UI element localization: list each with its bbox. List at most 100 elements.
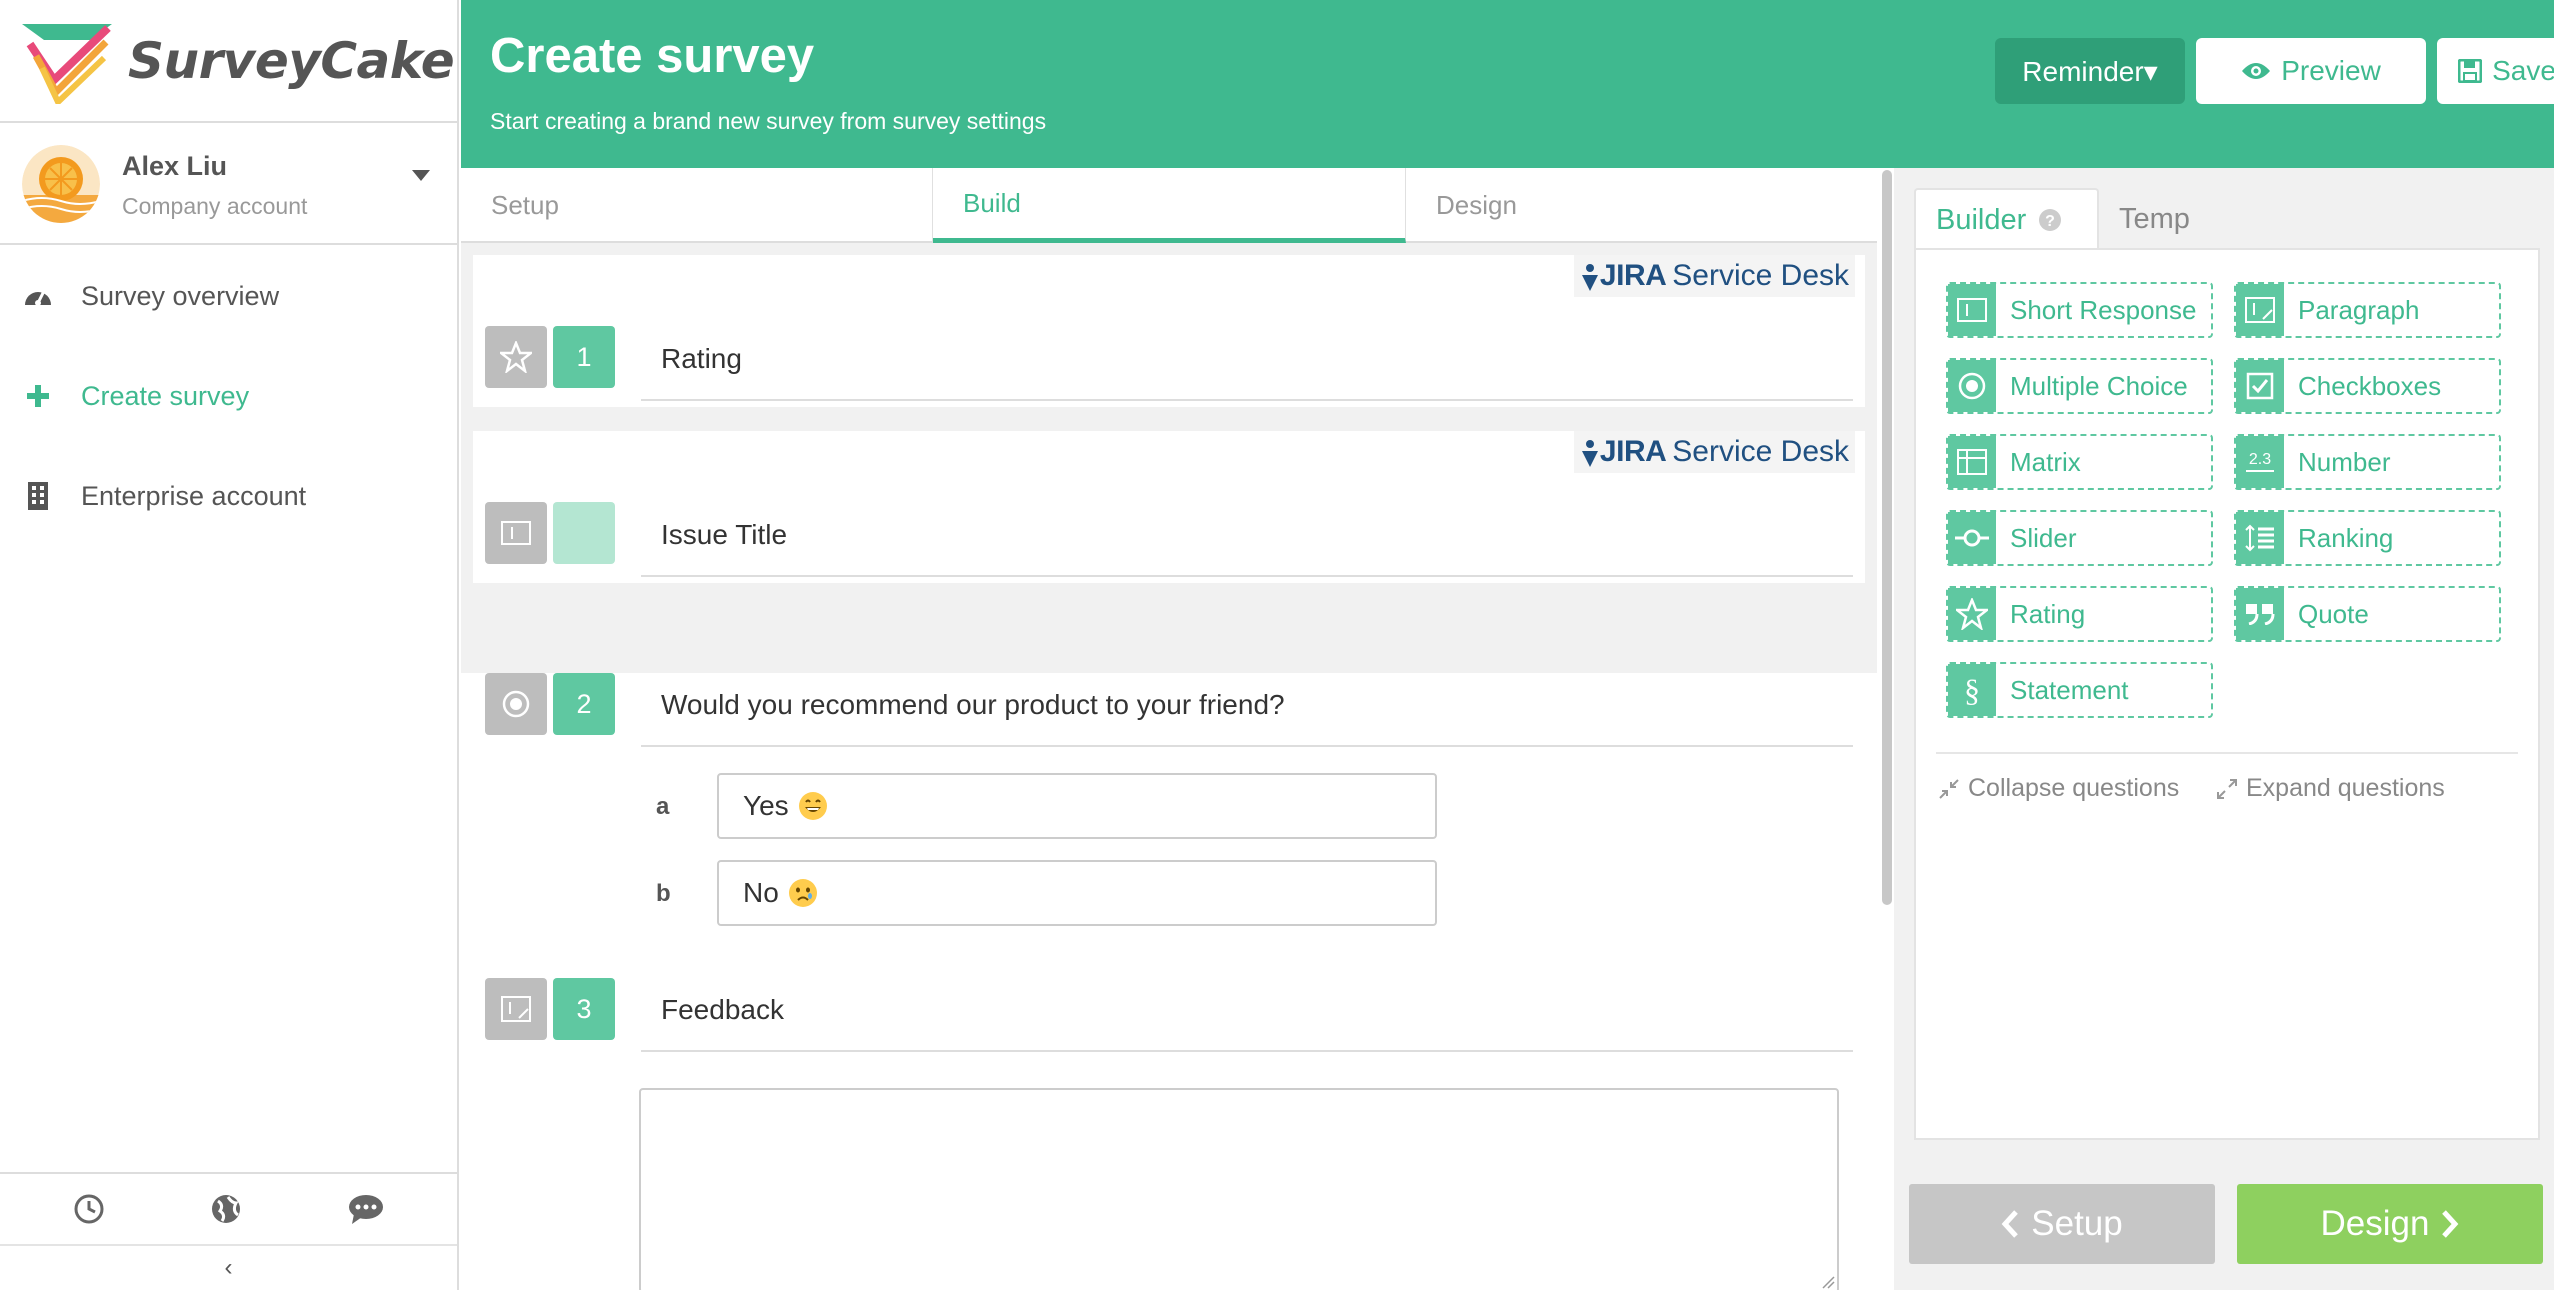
- tab-label: Design: [1436, 190, 1517, 220]
- sidebar-item-enterprise-account[interactable]: Enterprise account: [0, 456, 457, 536]
- compress-icon: [1939, 778, 1959, 799]
- option-input[interactable]: No: [717, 860, 1437, 926]
- user-name: Alex Liu: [122, 151, 228, 181]
- question-card[interactable]: 2 Would you recommend our product to you…: [473, 673, 1865, 1023]
- logo[interactable]: SurveyCake: [20, 16, 455, 106]
- type-statement[interactable]: § Statement: [1946, 662, 2213, 718]
- tab-label: Build: [963, 187, 1021, 218]
- svg-text:?: ?: [2045, 213, 2055, 230]
- scrollbar-thumb[interactable]: [1882, 170, 1892, 905]
- tab-label: Builder: [1936, 203, 2027, 236]
- question-number: 1: [553, 326, 615, 388]
- jira-brand: JIRA: [1599, 259, 1667, 292]
- preview-button[interactable]: Preview: [2196, 38, 2426, 104]
- question-number: [553, 502, 615, 564]
- dashboard-icon: [20, 278, 56, 314]
- divider: [1936, 752, 2518, 754]
- sidebar-footer: [0, 1174, 457, 1244]
- question-title[interactable]: Rating: [661, 343, 742, 375]
- clock-icon[interactable]: [73, 1193, 105, 1225]
- type-label: Matrix: [2010, 446, 2081, 477]
- type-number[interactable]: 2.3 Number: [2234, 434, 2501, 490]
- type-quote[interactable]: Quote: [2234, 586, 2501, 642]
- question-title[interactable]: Would you recommend our product to your …: [661, 689, 1285, 721]
- tab-label: Temp: [2119, 202, 2190, 235]
- question-number: 2: [553, 673, 615, 735]
- jira-product: Service Desk: [1672, 435, 1849, 468]
- question-title[interactable]: Feedback: [661, 994, 784, 1026]
- question-type-panel: Builder ? Temp Short Response Paragraph …: [1894, 168, 2554, 1290]
- grin-emoji-icon: [798, 792, 827, 820]
- preview-label: Preview: [2281, 55, 2381, 86]
- link-label: Collapse questions: [1968, 774, 2180, 802]
- tab-temp[interactable]: Temp: [2099, 188, 2210, 250]
- option-input[interactable]: Yes: [717, 773, 1437, 839]
- type-paragraph[interactable]: Paragraph: [2234, 282, 2501, 338]
- sad-emoji-icon: [788, 879, 817, 907]
- jira-brand: JIRA: [1599, 435, 1667, 468]
- type-label: Checkboxes: [2298, 370, 2442, 401]
- title-underline: [641, 1050, 1853, 1052]
- tab-setup[interactable]: Setup: [461, 168, 933, 243]
- type-label: Short Response: [2010, 294, 2197, 325]
- star-icon: [485, 326, 547, 388]
- sidebar-item-survey-overview[interactable]: Survey overview: [0, 256, 457, 336]
- chat-icon[interactable]: [348, 1194, 384, 1224]
- feedback-textarea[interactable]: [639, 1088, 1839, 1290]
- type-label: Multiple Choice: [2010, 370, 2188, 401]
- type-ranking[interactable]: Ranking: [2234, 510, 2501, 566]
- resize-grip-icon[interactable]: [1821, 1275, 1835, 1289]
- type-slider[interactable]: Slider: [1946, 510, 2213, 566]
- type-label: Number: [2298, 446, 2391, 477]
- sidebar-item-create-survey[interactable]: Create survey: [0, 356, 457, 436]
- page-title: Create survey: [490, 29, 815, 83]
- building-icon: [20, 478, 56, 514]
- option-text: Yes: [743, 790, 789, 821]
- reminder-button[interactable]: Reminder▾: [1995, 38, 2185, 104]
- builder-canvas-area: Setup Build Design JIRA Service Desk 1 R…: [461, 168, 1877, 1290]
- caret-down-icon[interactable]: [412, 170, 430, 182]
- type-matrix[interactable]: Matrix: [1946, 434, 2213, 490]
- paragraph-icon: [2236, 284, 2284, 336]
- next-design-button[interactable]: Design: [2237, 1184, 2543, 1264]
- logo-icon: [22, 24, 112, 104]
- sidebar: SurveyCake Alex Liu Company account Surv…: [0, 0, 459, 1290]
- atlassian-icon: [1581, 440, 1598, 467]
- account-type: Company account: [122, 193, 308, 219]
- type-label: Rating: [2010, 598, 2086, 629]
- type-label: Quote: [2298, 598, 2369, 629]
- tab-build[interactable]: Build: [933, 168, 1406, 243]
- type-multiple-choice[interactable]: Multiple Choice: [1946, 358, 2213, 414]
- help-icon[interactable]: ?: [2038, 208, 2062, 232]
- radio-icon: [485, 673, 547, 735]
- collapse-questions-link[interactable]: Collapse questions: [1938, 774, 2179, 803]
- slider-icon: [1948, 512, 1996, 564]
- question-types: Short Response Paragraph Multiple Choice…: [1914, 248, 2540, 1140]
- page-subtitle: Start creating a brand new survey from s…: [490, 108, 1047, 134]
- avatar: [22, 145, 100, 223]
- save-button[interactable]: Save: [2437, 38, 2554, 104]
- back-setup-button[interactable]: Setup: [1909, 1184, 2215, 1264]
- type-checkboxes[interactable]: Checkboxes: [2234, 358, 2501, 414]
- floppy-icon: [2458, 59, 2483, 83]
- title-underline: [641, 399, 1853, 401]
- title-underline: [641, 575, 1853, 577]
- type-short-response[interactable]: Short Response: [1946, 282, 2213, 338]
- short-response-icon: [485, 502, 547, 564]
- expand-questions-link[interactable]: Expand questions: [2216, 774, 2445, 803]
- expand-icon: [2217, 778, 2237, 799]
- type-label: Slider: [2010, 522, 2077, 553]
- user-menu[interactable]: Alex Liu Company account: [0, 123, 457, 243]
- option-letter: b: [656, 880, 671, 907]
- question-card[interactable]: JIRA Service Desk 1 Rating: [473, 255, 1865, 407]
- jira-service-desk-logo: JIRA Service Desk: [1573, 431, 1855, 473]
- globe-icon[interactable]: [210, 1193, 242, 1225]
- tab-builder[interactable]: Builder ?: [1914, 188, 2099, 250]
- svg-text:2.3: 2.3: [2249, 451, 2271, 468]
- tab-design[interactable]: Design: [1406, 168, 1877, 243]
- question-title[interactable]: Issue Title: [661, 519, 787, 551]
- type-rating[interactable]: Rating: [1946, 586, 2213, 642]
- question-card[interactable]: JIRA Service Desk Issue Title: [473, 431, 1865, 583]
- collapse-sidebar-button[interactable]: ‹: [0, 1246, 457, 1290]
- atlassian-icon: [1581, 264, 1598, 291]
